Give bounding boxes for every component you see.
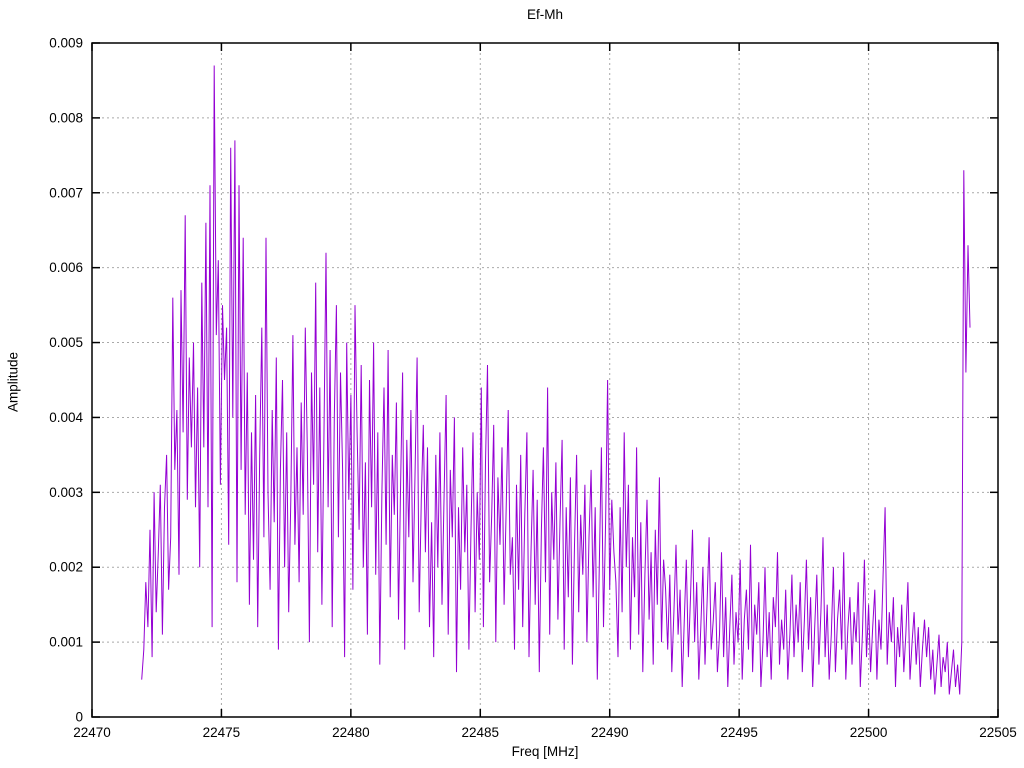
y-tick-label: 0.006 bbox=[49, 260, 83, 275]
y-tick-label: 0.003 bbox=[49, 485, 83, 500]
y-tick-label: 0.001 bbox=[49, 635, 83, 650]
y-tick-label: 0.008 bbox=[49, 110, 83, 125]
x-tick-label: 22480 bbox=[332, 725, 370, 740]
x-tick-label: 22485 bbox=[462, 725, 500, 740]
y-tick-label: 0.004 bbox=[49, 410, 83, 425]
plot-border bbox=[91, 42, 999, 718]
plot-area: 22470 22475 22480 22485 22490 22495 22500 22505… bbox=[49, 36, 1017, 741]
y-tick-label: 0.007 bbox=[49, 185, 83, 200]
y-tick-label: 0.005 bbox=[49, 335, 83, 350]
x-tick-label: 22490 bbox=[591, 725, 629, 740]
x-tick-label: 22470 bbox=[73, 725, 111, 740]
data-line-ef-mh bbox=[141, 65, 971, 695]
x-tick-label: 22495 bbox=[720, 725, 758, 740]
x-tick-label: 22505 bbox=[979, 725, 1017, 740]
x-tick-label: 22500 bbox=[850, 725, 888, 740]
y-tick-label: 0.002 bbox=[49, 560, 83, 575]
y-tick-label: 0.009 bbox=[49, 36, 83, 51]
y-tick-label: 0 bbox=[75, 710, 83, 725]
x-tick-label: 22475 bbox=[203, 725, 241, 740]
